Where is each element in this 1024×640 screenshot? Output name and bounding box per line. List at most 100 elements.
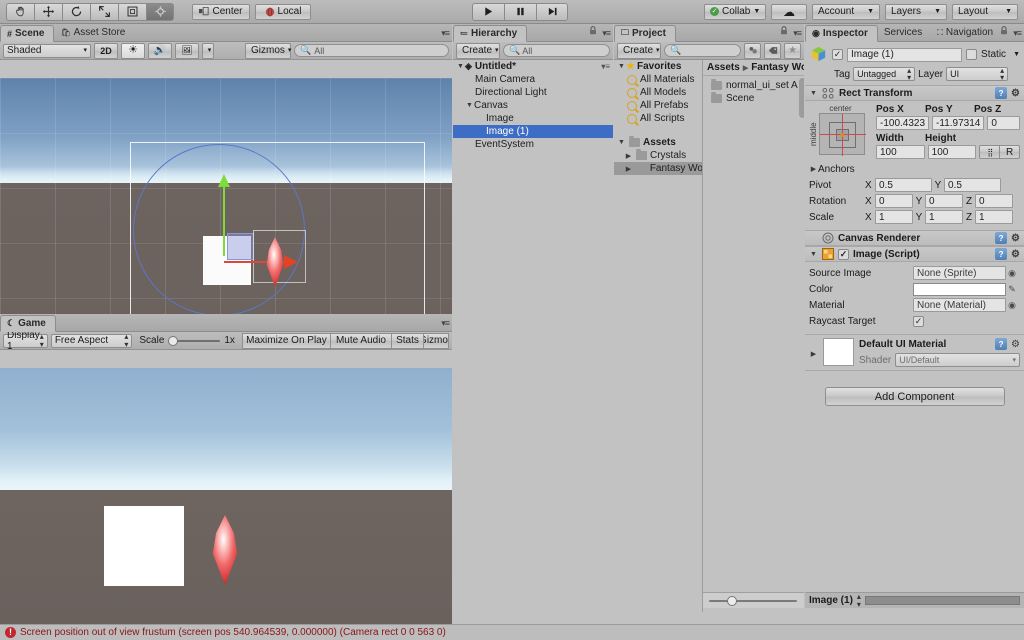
blueprint-mode-button[interactable]: ⣿ (979, 145, 1001, 159)
chevron-right-icon[interactable]: ▶ (624, 152, 633, 160)
image-script-enabled-checkbox[interactable]: ✓ (838, 248, 849, 260)
rotate-tool[interactable] (62, 2, 90, 21)
scene-context-menu-icon[interactable]: ▾≡ (601, 62, 610, 71)
help-icon[interactable]: ? (995, 87, 1008, 99)
project-favorites-button[interactable]: ★ (784, 42, 801, 59)
project-item-crystals[interactable]: ▶ Crystals (614, 149, 702, 162)
scene-viewport[interactable] (0, 78, 452, 338)
pivot-x-input[interactable]: 0.5 (875, 178, 932, 192)
rect-tool[interactable] (118, 2, 146, 21)
chevron-down-icon[interactable]: ▼ (456, 63, 465, 70)
scene-lighting-toggle[interactable]: ☀ (121, 42, 145, 59)
layout-button[interactable]: Layout ▼ (952, 3, 1018, 20)
layers-button[interactable]: Layers ▼ (885, 3, 947, 20)
tab-hierarchy[interactable]: ≔ Hierarchy (453, 25, 528, 42)
tab-scene[interactable]: # Scene (0, 25, 55, 42)
hierarchy-item-main-camera[interactable]: Main Camera (453, 73, 613, 86)
hierarchy-item-untitled[interactable]: ▼ ◈ Untitled* ▾≡ (453, 60, 613, 73)
scene-search-input[interactable]: 🔍 All (294, 44, 449, 57)
hierarchy-tab-menu-icon[interactable]: ▾≡ (602, 28, 611, 39)
add-component-button[interactable]: Add Component (824, 387, 1005, 406)
pivot-mode-button[interactable]: Center (192, 3, 250, 20)
gear-icon[interactable]: ⚙ (1011, 88, 1020, 99)
scale-tool[interactable] (90, 2, 118, 21)
move-tool[interactable] (34, 2, 62, 21)
material-input[interactable]: None (Material) (913, 298, 1006, 312)
chevron-right-icon[interactable]: ▶ (809, 165, 818, 173)
tab-inspector[interactable]: ◉ Inspector (805, 25, 878, 42)
pivot-y-input[interactable]: 0.5 (944, 178, 1001, 192)
project-create-button[interactable]: Create ▾ (617, 42, 661, 59)
project-content-normal-ui-set[interactable]: normal_ui_set A (703, 79, 804, 92)
anchors-foldout[interactable]: ▶ Anchors (809, 161, 1020, 177)
canvas-renderer-header[interactable]: ▶ Canvas Renderer ? ⚙ (805, 230, 1024, 246)
project-item-fantasy-world[interactable]: ▶ Fantasy Wo (614, 162, 702, 175)
raycast-target-checkbox[interactable]: ✓ (913, 315, 924, 327)
project-item-favorites[interactable]: ▼ ★ Favorites (614, 60, 702, 73)
scene-fx-dropdown[interactable]: ▾ (202, 42, 214, 59)
pos-z-input[interactable]: 0 (987, 116, 1020, 130)
hierarchy-item-canvas[interactable]: ▼ Canvas (453, 99, 613, 112)
scene-tab-menu-icon[interactable]: ▾≡ (441, 28, 450, 39)
hierarchy-create-button[interactable]: Create ▾ (456, 42, 500, 59)
project-tab-menu-icon[interactable]: ▾≡ (793, 28, 802, 39)
chevron-down-icon[interactable]: ▼ (617, 63, 626, 70)
static-dropdown-icon[interactable]: ▼ (1013, 51, 1020, 58)
image-script-header[interactable]: ▼ ✓ Image (Script) ? ⚙ (805, 246, 1024, 262)
project-filter-type-button[interactable] (744, 42, 762, 59)
step-button[interactable] (536, 2, 568, 21)
gear-icon[interactable]: ⚙ (1011, 249, 1020, 260)
project-item-all-models[interactable]: All Models (614, 86, 702, 99)
breadcrumb-fantasy-world[interactable]: Fantasy Wo (751, 62, 804, 73)
collab-button[interactable]: ✓ Collab ▼ (704, 3, 766, 20)
rot-y-input[interactable]: 0 (925, 194, 963, 208)
layer-dropdown[interactable]: UI ▴ ▾ (946, 66, 1009, 82)
pos-y-input[interactable]: -11.97314 (932, 116, 985, 130)
game-mute-toggle[interactable]: Mute Audio (329, 332, 391, 349)
project-item-all-scripts[interactable]: All Scripts (614, 112, 702, 125)
rect-transform-header[interactable]: ▼ Rect Transform ? ⚙ (805, 85, 1024, 101)
game-display-dropdown[interactable]: Display 1 ▴ ▾ (3, 330, 48, 352)
project-filter-label-button[interactable] (764, 42, 782, 59)
scale-x-input[interactable]: 1 (875, 210, 913, 224)
chevron-down-icon[interactable]: ▼ (809, 251, 818, 258)
game-maximize-toggle[interactable]: Maximize On Play (241, 332, 330, 349)
hierarchy-search-input[interactable]: 🔍 All (503, 44, 610, 57)
object-enabled-checkbox[interactable]: ✓ (832, 49, 843, 60)
chevron-down-icon[interactable]: ▼ (617, 139, 626, 146)
breadcrumb-assets[interactable]: Assets (707, 62, 740, 73)
source-image-picker-icon[interactable]: ◉ (1006, 268, 1018, 279)
project-item-assets[interactable]: ▼ Assets (614, 136, 702, 149)
pivot-rotation-button[interactable]: Local (255, 3, 311, 20)
tab-services[interactable]: Services (878, 24, 931, 41)
chevron-down-icon[interactable]: ▼ (809, 90, 818, 97)
account-button[interactable]: Account ▼ (812, 3, 880, 20)
scene-fx-toggle[interactable]: 🖼 (175, 42, 199, 59)
project-zoom-slider[interactable] (709, 595, 797, 606)
project-vertical-scrollbar[interactable] (799, 78, 804, 118)
tab-navigation[interactable]: ⛶ Navigation (931, 24, 1002, 41)
game-viewport[interactable] (0, 368, 452, 624)
hierarchy-item-eventsystem[interactable]: EventSystem (453, 138, 613, 151)
help-icon[interactable]: ? (995, 232, 1008, 244)
scene-draw-mode-dropdown[interactable]: Shaded ▾ (3, 43, 91, 58)
shader-dropdown[interactable]: UI/Default ▾ (895, 353, 1020, 367)
pos-x-input[interactable]: -100.4323 (876, 116, 930, 130)
gear-icon[interactable]: ⚙ (1011, 339, 1020, 350)
tab-project[interactable]: 🗀 Project (614, 25, 676, 42)
hand-tool[interactable] (6, 2, 34, 21)
hierarchy-item-image[interactable]: Image (453, 112, 613, 125)
width-input[interactable]: 100 (876, 145, 925, 159)
anchor-preset-widget[interactable]: center middle (809, 104, 872, 159)
tab-asset-store[interactable]: 🛍 Asset Store (54, 24, 134, 41)
preview-drag-handle[interactable] (864, 596, 1020, 605)
play-button[interactable] (472, 2, 504, 21)
material-picker-icon[interactable]: ◉ (1006, 300, 1018, 311)
scene-audio-toggle[interactable]: 🔊 (148, 42, 172, 59)
rot-z-input[interactable]: 0 (975, 194, 1013, 208)
project-item-all-materials[interactable]: All Materials (614, 73, 702, 86)
project-lock-icon[interactable] (780, 26, 788, 38)
project-content-scene[interactable]: Scene (703, 92, 804, 105)
game-scale-slider[interactable]: Scale 1x (135, 335, 239, 346)
scene-2d-toggle[interactable]: 2D (94, 42, 118, 59)
